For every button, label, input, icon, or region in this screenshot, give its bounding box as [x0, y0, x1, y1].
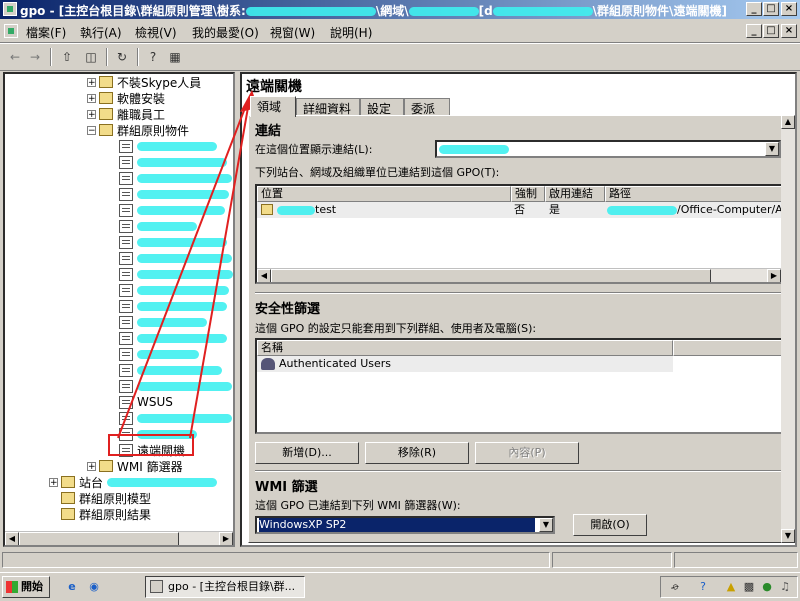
ie-icon[interactable]: e	[64, 579, 80, 595]
mmc-icon	[150, 580, 163, 593]
outlook-icon[interactable]: ◉	[86, 579, 102, 595]
tab-scope[interactable]: 領域	[250, 96, 296, 117]
status-panel	[2, 552, 550, 568]
system-tray: ⌮ ? ▲ ▩ ● ♫	[660, 576, 798, 598]
arrow-line	[189, 95, 251, 439]
volume-icon[interactable]: ♫	[777, 579, 793, 595]
annotation-arrow	[117, 90, 258, 439]
status-panel	[674, 552, 798, 568]
taskbar-window-gpo[interactable]: gpo - [主控台根目錄\群...	[145, 576, 305, 598]
start-button[interactable]: 開始	[2, 576, 50, 598]
status-bar	[0, 550, 800, 570]
windows-logo-icon	[6, 581, 18, 593]
arrow-line	[117, 107, 246, 439]
status-panel	[552, 552, 672, 568]
connection-icon[interactable]: ●	[759, 579, 775, 595]
shield-icon[interactable]: ▲	[723, 579, 739, 595]
taskbar: 開始 e ◉ gpo - [主控台根目錄\群... ⌮ ? ▲ ▩ ● ♫	[0, 572, 800, 601]
help-circle-icon[interactable]: ?	[695, 579, 711, 595]
network-icon[interactable]: ⌮	[667, 579, 683, 595]
security-icon[interactable]: ▩	[741, 579, 757, 595]
